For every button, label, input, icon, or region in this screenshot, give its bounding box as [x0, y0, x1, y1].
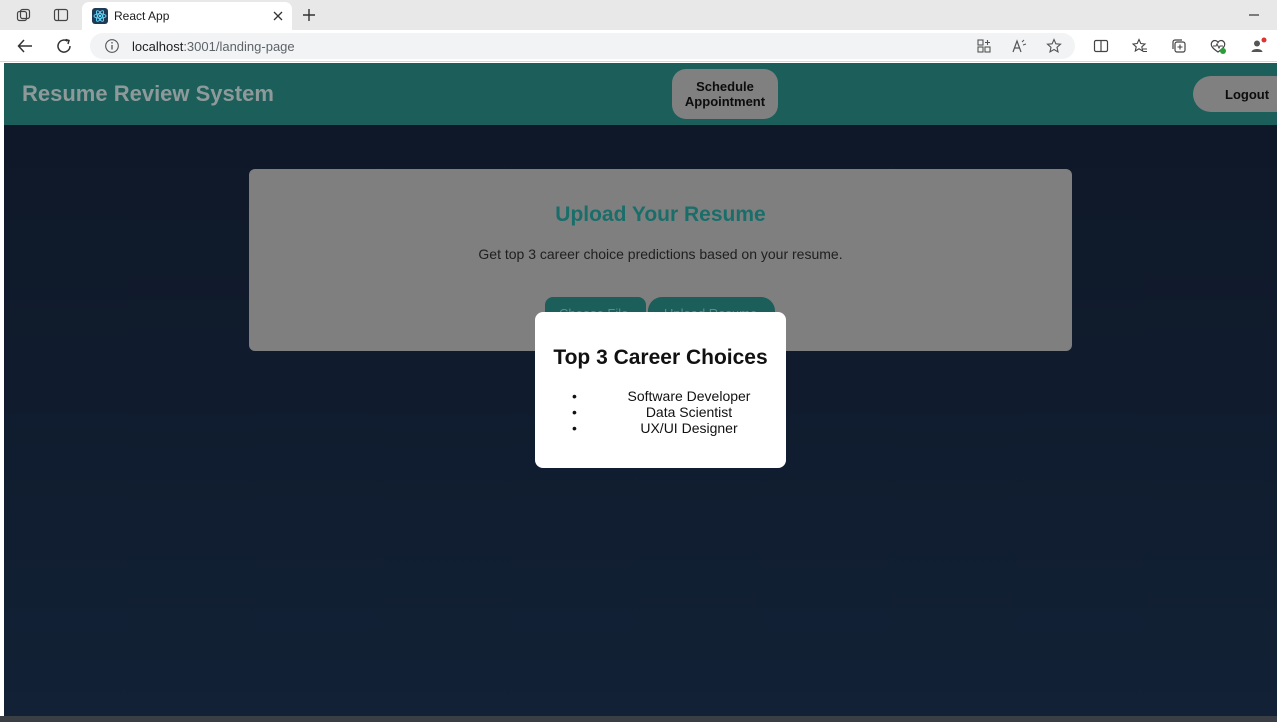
refresh-icon[interactable]	[54, 36, 74, 56]
list-item: Data Scientist	[569, 404, 789, 420]
favorite-star-icon[interactable]	[1046, 38, 1062, 54]
browser-essentials-icon[interactable]	[1209, 37, 1227, 55]
info-icon[interactable]	[104, 38, 120, 54]
modal-title: Top 3 Career Choices	[553, 346, 768, 369]
window-bottom-edge	[0, 716, 1277, 722]
tab-actions-icon[interactable]	[52, 6, 70, 24]
collections-icon[interactable]	[1170, 37, 1188, 55]
favorites-icon[interactable]	[1131, 37, 1149, 55]
browser-toolbar: localhost:3001/landing-page	[0, 30, 1277, 62]
url-host: localhost	[132, 39, 184, 54]
browser-tab-strip: React App	[0, 0, 1277, 30]
close-icon[interactable]	[270, 8, 286, 24]
tab-title: React App	[114, 9, 170, 23]
page-viewport: Resume Review System Schedule Appointmen…	[4, 63, 1277, 716]
minimize-icon[interactable]	[1245, 6, 1263, 24]
split-screen-icon[interactable]	[1092, 37, 1110, 55]
app-header: Resume Review System Schedule Appointmen…	[4, 63, 1277, 125]
profile-icon[interactable]	[1249, 37, 1267, 55]
list-item: UX/UI Designer	[569, 420, 789, 436]
logout-button[interactable]: Logout	[1193, 76, 1277, 112]
react-favicon	[92, 8, 108, 24]
url-path: :3001/landing-page	[183, 39, 295, 54]
career-list: Software Developer Data Scientist UX/UI …	[569, 388, 789, 436]
app-available-icon[interactable]	[976, 38, 992, 54]
list-item: Software Developer	[569, 388, 789, 404]
new-tab-icon[interactable]	[300, 6, 318, 24]
read-aloud-icon[interactable]	[1011, 38, 1027, 54]
workspaces-icon[interactable]	[15, 6, 33, 24]
tab-react-app[interactable]: React App	[82, 2, 292, 30]
url-text[interactable]: localhost:3001/landing-page	[132, 39, 295, 54]
app-title: Resume Review System	[22, 81, 274, 106]
upload-subtitle: Get top 3 career choice predictions base…	[478, 246, 843, 262]
back-icon[interactable]	[15, 36, 35, 56]
upload-title: Upload Your Resume	[555, 203, 766, 226]
schedule-appointment-button[interactable]: Schedule Appointment	[672, 69, 778, 119]
career-choices-modal: Top 3 Career Choices Software Developer …	[535, 312, 786, 468]
address-bar[interactable]: localhost:3001/landing-page	[90, 33, 1075, 59]
